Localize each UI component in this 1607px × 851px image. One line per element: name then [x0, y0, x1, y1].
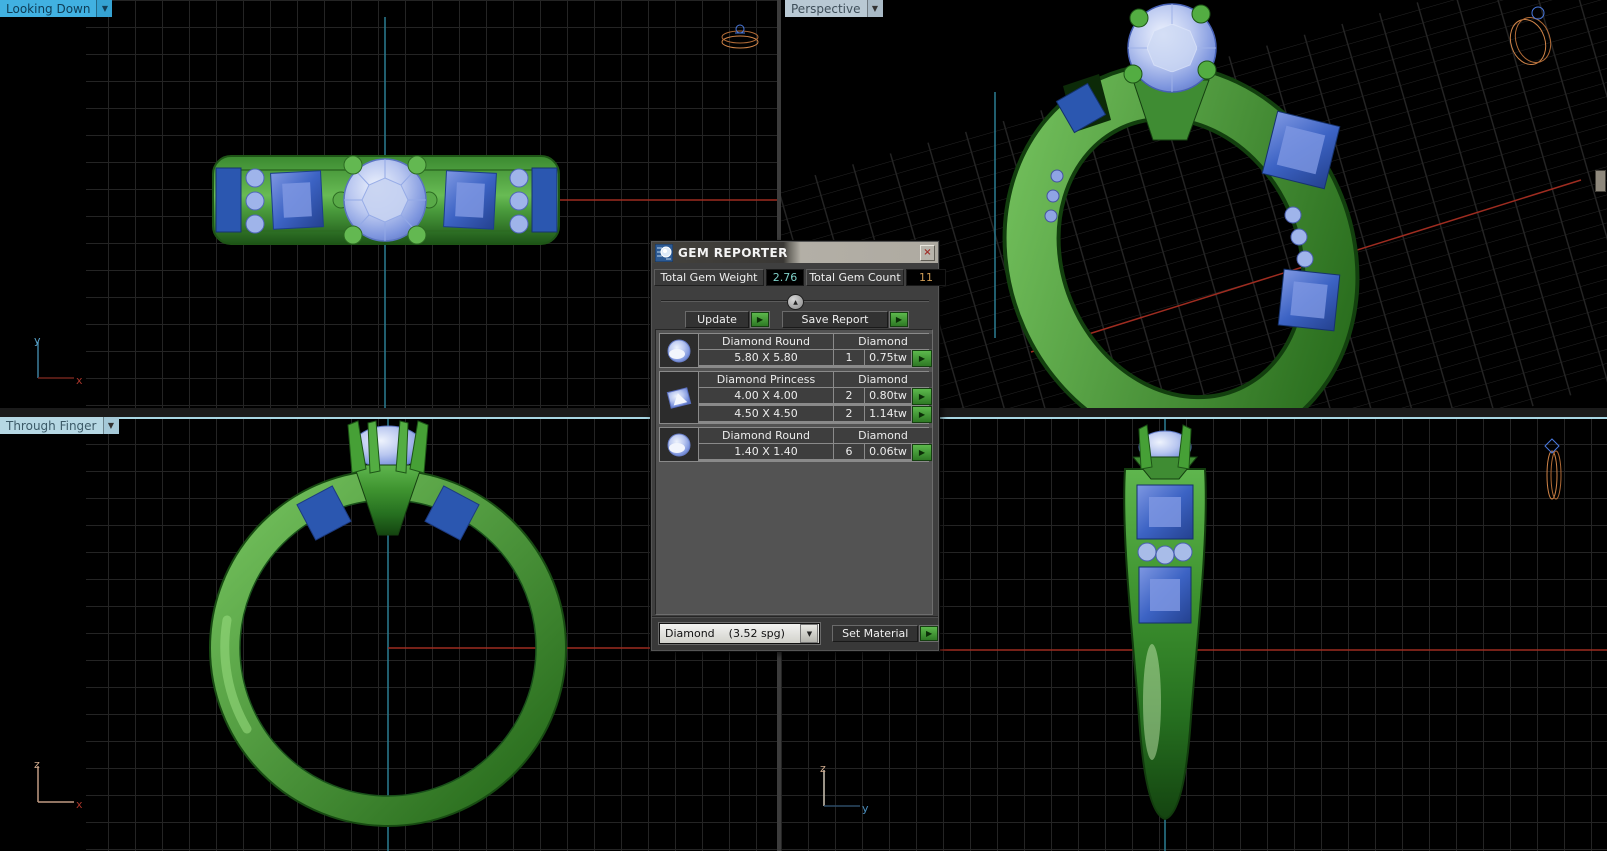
cad-application-window: Looking Down ▼ y x Perspective ▼ Through… — [0, 0, 1607, 851]
viewport-tab-label: Through Finger — [0, 417, 103, 434]
gem-material: Diamond — [834, 334, 932, 349]
round-gem-icon — [660, 428, 698, 461]
totals-row: Total Gem Weight 2.76 Total Gem Count 11 — [654, 269, 946, 286]
chevron-down-icon[interactable]: ▼ — [866, 0, 883, 17]
run-arrow-icon: ▶ — [895, 315, 903, 324]
total-gem-weight-label: Total Gem Weight — [654, 269, 764, 286]
collapse-divider: ▲ — [661, 294, 929, 310]
total-gem-count-label: Total Gem Count — [806, 269, 904, 286]
gem-count: 1 — [834, 350, 864, 365]
gem-name: Diamond Round — [699, 428, 833, 443]
set-material-run-button[interactable]: ▶ — [920, 626, 938, 641]
total-gem-count-value: 11 — [906, 269, 946, 286]
action-buttons-row: Update ▶ Save Report ▶ — [685, 311, 908, 328]
gem-count: 6 — [834, 444, 864, 459]
chevron-down-icon[interactable]: ▼ — [96, 0, 113, 17]
total-gem-weight-value: 2.76 — [766, 269, 804, 286]
gem-name: Diamond Princess — [699, 372, 833, 387]
axis-gizmo: z y — [820, 762, 869, 815]
svg-text:z: z — [34, 758, 40, 771]
gem-count: 2 — [834, 388, 864, 403]
gem-reporter-icon — [655, 243, 673, 262]
dialog-title: GEM REPORTER — [678, 245, 788, 260]
gem-size: 4.00 X 4.00 — [699, 388, 833, 403]
viewport-tab-perspective[interactable]: Perspective ▼ — [785, 0, 883, 17]
gem-group: Diamond Round Diamond 5.80 X 5.80 1 0.75… — [659, 333, 932, 368]
gem-size: 5.80 X 5.80 — [699, 350, 833, 365]
viewport-tab-through-finger[interactable]: Through Finger ▼ — [0, 417, 119, 434]
close-icon[interactable]: × — [920, 245, 935, 261]
gem-row-run-button[interactable]: ▶ — [912, 388, 932, 405]
svg-text:x: x — [76, 798, 83, 811]
svg-text:x: x — [76, 374, 83, 387]
dropdown-arrow-icon[interactable]: ▼ — [800, 624, 819, 643]
gem-weight: 0.80tw — [865, 388, 911, 403]
viewport-tab-label: Looking Down — [0, 0, 97, 17]
run-arrow-icon: ▶ — [918, 354, 926, 363]
update-button[interactable]: Update — [685, 311, 749, 328]
chevron-down-icon[interactable]: ▼ — [102, 417, 119, 434]
gem-row-run-button[interactable]: ▶ — [912, 350, 932, 367]
gem-row-run-button[interactable]: ▶ — [912, 406, 932, 423]
run-arrow-icon: ▶ — [918, 448, 926, 457]
gem-weight: 0.06tw — [865, 444, 911, 459]
viewport-tab-label: Perspective — [785, 0, 867, 17]
round-gem-icon — [660, 334, 698, 367]
gem-size: 1.40 X 1.40 — [699, 444, 833, 459]
save-report-button[interactable]: Save Report — [782, 311, 888, 328]
run-arrow-icon: ▶ — [918, 392, 926, 401]
svg-text:z: z — [820, 762, 826, 775]
run-arrow-icon: ▶ — [925, 629, 933, 638]
axis-gizmo: y x — [34, 334, 83, 387]
run-arrow-icon: ▶ — [756, 315, 764, 324]
update-run-button[interactable]: ▶ — [751, 312, 769, 327]
gem-row-run-button[interactable]: ▶ — [912, 444, 932, 461]
axis-gizmo: z x — [34, 758, 83, 811]
gem-material: Diamond — [834, 372, 932, 387]
gem-material: Diamond — [834, 428, 932, 443]
ring-model-top-view[interactable] — [212, 155, 560, 245]
material-bar: Diamond (3.52 spg) ▼ Set Material ▶ — [652, 616, 938, 650]
gem-name: Diamond Round — [699, 334, 833, 349]
dialog-titlebar[interactable]: GEM REPORTER × — [652, 242, 938, 263]
gem-group: Diamond Round Diamond 1.40 X 1.40 6 0.06… — [659, 427, 932, 462]
svg-text:y: y — [862, 802, 869, 815]
material-dropdown-value: Diamond (3.52 spg) — [665, 627, 785, 640]
viewport-tab-looking-down[interactable]: Looking Down ▼ — [0, 0, 113, 17]
scrollbar-thumb[interactable] — [1595, 170, 1606, 192]
gem-weight: 0.75tw — [865, 350, 911, 365]
gem-group: Diamond Princess Diamond 4.00 X 4.00 2 0… — [659, 371, 932, 424]
gem-weight: 1.14tw — [865, 406, 911, 421]
material-dropdown[interactable]: Diamond (3.52 spg) ▼ — [659, 623, 821, 644]
collapse-arrow-icon: ▲ — [793, 298, 798, 306]
collapse-button[interactable]: ▲ — [787, 294, 804, 310]
gem-reporter-dialog[interactable]: GEM REPORTER × Total Gem Weight 2.76 Tot… — [650, 240, 946, 652]
svg-text:y: y — [34, 334, 41, 347]
gem-list-panel: Diamond Round Diamond 5.80 X 5.80 1 0.75… — [655, 329, 933, 615]
run-arrow-icon: ▶ — [918, 410, 926, 419]
gem-count: 2 — [834, 406, 864, 421]
save-report-run-button[interactable]: ▶ — [890, 312, 908, 327]
set-material-button[interactable]: Set Material — [832, 625, 919, 642]
princess-gem-icon — [660, 372, 698, 423]
gem-size: 4.50 X 4.50 — [699, 406, 833, 421]
